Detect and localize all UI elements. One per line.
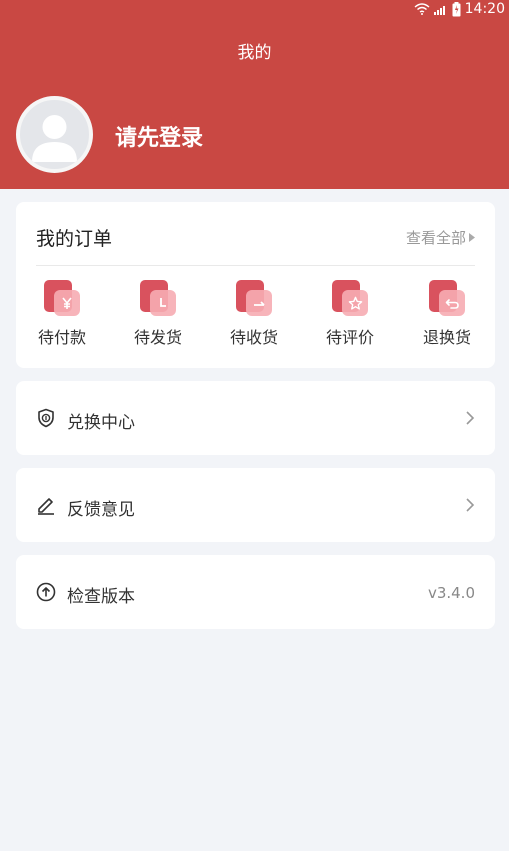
chevron-right-icon [466,411,475,425]
wifi-icon [414,3,430,15]
order-label: 待发货 [133,328,182,347]
order-label: 待收货 [229,328,278,347]
order-pending-review[interactable]: 待评价 [315,276,385,348]
triangle-right-icon [469,233,475,242]
order-pending-payment[interactable]: 待付款 [27,276,97,348]
status-icons: 14:20 [414,1,505,17]
order-label: 退换货 [422,328,471,347]
order-pending-shipment[interactable]: 待发货 [123,276,193,348]
view-all-orders-link[interactable]: 查看全部 [406,227,475,248]
order-label: 待付款 [37,328,86,347]
receive-icon [234,278,274,318]
status-bar: 14:20 [0,0,509,20]
battery-icon [452,1,461,16]
version-number: v3.4.0 [427,584,475,602]
menu-exchange-center[interactable]: 兑换中心 [16,381,495,455]
chevron-right-icon [466,498,475,512]
clock-icon [138,278,178,318]
orders-title: 我的订单 [36,228,113,250]
order-label: 待评价 [325,328,374,347]
menu-feedback[interactable]: 反馈意见 [16,468,495,542]
star-icon [330,278,370,318]
return-icon [427,278,467,318]
order-returns[interactable]: 退换货 [412,276,482,348]
status-time: 14:20 [464,1,505,17]
profile-header: 14:20 我的 请先登录 [0,0,509,189]
yen-icon [42,278,82,318]
view-all-label: 查看全部 [405,229,466,247]
arrow-up-circle-icon [36,582,56,602]
login-prompt[interactable]: 请先登录 [115,120,203,152]
menu-label: 检查版本 [67,587,135,607]
divider [36,265,475,266]
signal-icon [433,6,445,15]
page-title: 我的 [237,43,272,63]
default-user-icon [32,115,77,162]
menu-check-version[interactable]: 检查版本 v3.4.0 [16,555,495,629]
shield-coin-icon [38,408,54,428]
my-orders-card: 我的订单 查看全部 待付款 待发货 待收货 待评价 退换货 [16,202,495,368]
order-status-list: 待付款 待发货 待收货 待评价 退换货 [16,276,495,356]
order-pending-receipt[interactable]: 待收货 [219,276,289,348]
menu-label: 兑换中心 [67,413,135,433]
pencil-icon [38,498,54,515]
avatar[interactable] [16,96,93,173]
menu-label: 反馈意见 [67,500,135,520]
